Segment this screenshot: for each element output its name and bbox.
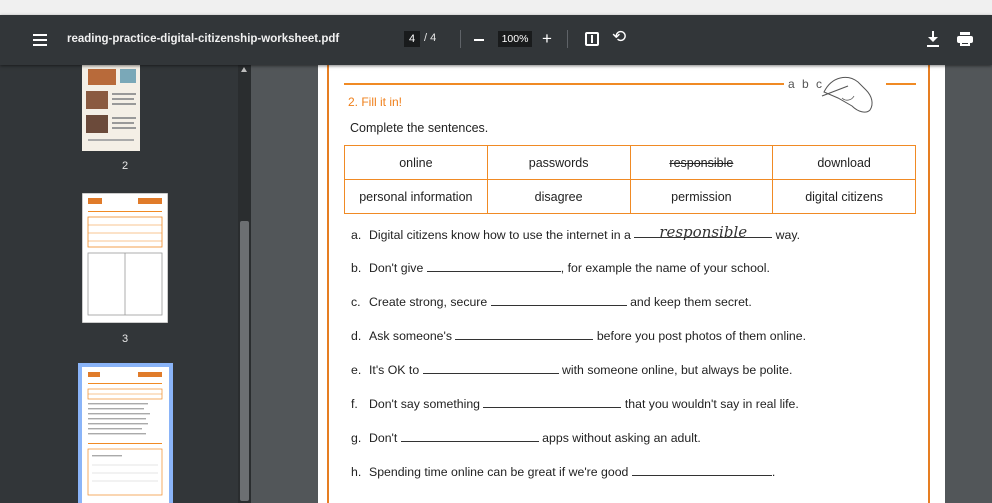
sentence-label: a. (351, 228, 362, 242)
viewer-background (945, 65, 992, 503)
sentence-text: Spending time online can be great if we'… (369, 465, 629, 479)
sentence-c: c. Create strong, secure and keep them se… (351, 293, 752, 309)
thumbnail-label: 3 (121, 333, 129, 345)
rotate-icon[interactable]: ⟲ (612, 27, 626, 47)
page-thumbnail-2[interactable] (82, 65, 140, 151)
toolbar-divider (567, 30, 568, 48)
sentence-text: . (771, 465, 776, 479)
toolbar-divider (460, 30, 461, 48)
fit-to-page-icon[interactable] (585, 32, 599, 46)
scroll-up-arrow-icon[interactable] (241, 67, 247, 72)
zoom-in-icon[interactable]: + (542, 30, 552, 48)
page-number-input[interactable]: 4 (404, 31, 420, 47)
zoom-out-icon[interactable] (474, 39, 484, 41)
sentence-text: with someone online, but always be polit… (562, 363, 793, 377)
sentence-text: that you wouldn't say in real life. (624, 397, 799, 411)
sentence-label: d. (351, 329, 362, 343)
pdf-toolbar: reading-practice-digital-citizenship-wor… (0, 15, 992, 65)
page-thumbnail-4-selected[interactable] (78, 363, 173, 503)
word-bank-cell: passwords (486, 145, 631, 180)
menu-icon[interactable] (33, 34, 47, 46)
word-bank-cell: permission (629, 179, 774, 214)
word-bank-cell: online (344, 145, 488, 180)
print-icon[interactable] (957, 32, 973, 46)
thumbnail-4-preview (82, 367, 169, 503)
answer-blank[interactable] (422, 361, 559, 374)
answer-blank[interactable] (490, 293, 627, 306)
section-divider (886, 83, 916, 85)
sentence-label: b. (351, 261, 362, 275)
answer-blank[interactable] (455, 327, 594, 340)
thumbnail-2-preview (82, 65, 140, 151)
word-bank-row: online passwords responsible download (344, 145, 916, 180)
sentence-text: Ask someone's (369, 329, 452, 343)
sentence-label: f. (351, 397, 358, 411)
sentence-label: h. (351, 465, 362, 479)
thumbnail-sidebar: 2 3 (0, 65, 238, 503)
word-bank-cell-used: responsible (629, 145, 774, 180)
sentence-text: Digital citizens know how to use the int… (369, 228, 631, 242)
sentence-text: way. (775, 228, 801, 242)
sentence-text: , for example the name of your school. (560, 261, 770, 275)
sentence-g: g. Don't apps without asking an adult. (351, 429, 701, 445)
sentence-text: Don't (369, 431, 398, 445)
instruction-text: Complete the sentences. (350, 121, 489, 135)
sidebar-scrollbar[interactable] (238, 65, 251, 503)
word-bank-table: online passwords responsible download pe… (344, 145, 916, 214)
sentence-f: f. Don't say something that you wouldn't … (351, 395, 799, 411)
window-top-band (0, 0, 992, 15)
sentence-e: e. It's OK to with someone online, but al… (351, 361, 792, 377)
word-bank-cell: disagree (486, 179, 631, 214)
page-border-right (928, 65, 930, 503)
sentence-h: h. Spending time online can be great if w… (351, 463, 775, 479)
sentence-b: b. Don't give , for example the name of y… (351, 259, 770, 275)
sidebar-scrollbar-thumb[interactable] (240, 221, 249, 501)
word-bank-cell: download (772, 145, 916, 180)
answer-blank[interactable] (400, 429, 539, 442)
download-icon[interactable] (926, 31, 940, 48)
sentence-a: a. Digital citizens know how to use the i… (351, 223, 801, 242)
sentence-label: e. (351, 363, 362, 377)
sentence-label: g. (351, 431, 362, 445)
thumbnail-3-preview (81, 192, 169, 324)
sentence-text: Don't give (369, 261, 424, 275)
answer-blank[interactable] (426, 259, 561, 272)
page-total: / 4 (424, 32, 437, 44)
zoom-level-input[interactable]: 100% (498, 31, 532, 47)
answer-blank[interactable] (631, 463, 772, 476)
sentence-text: before you post photos of them online. (596, 329, 807, 343)
answer-blank[interactable]: responsible (634, 223, 773, 241)
sentence-text: apps without asking an adult. (542, 431, 701, 445)
section-divider (344, 83, 784, 85)
sentence-label: c. (351, 295, 361, 309)
word-bank-cell: personal information (344, 179, 488, 214)
page-border-left (327, 65, 329, 503)
hand-writing-illustration (821, 76, 873, 113)
page-thumbnail-3[interactable] (81, 192, 169, 324)
document-title: reading-practice-digital-citizenship-wor… (67, 33, 340, 45)
pdf-page: a b c 2. Fill it in! Complete the senten… (318, 65, 945, 503)
section-title: 2. Fill it in! (348, 95, 403, 109)
handwritten-answer: responsible (659, 223, 748, 241)
sentence-text: Create strong, secure (369, 295, 488, 309)
word-bank-row: personal information disagree permission… (344, 179, 916, 214)
answer-blank[interactable] (483, 395, 622, 408)
sentence-text: Don't say something (369, 397, 481, 411)
sentence-text: and keep them secret. (630, 295, 752, 309)
thumbnail-label: 2 (121, 160, 129, 172)
sentence-d: d. Ask someone's before you post photos o… (351, 327, 806, 343)
word-bank-cell: digital citizens (772, 179, 916, 214)
sentence-text: It's OK to (369, 363, 420, 377)
